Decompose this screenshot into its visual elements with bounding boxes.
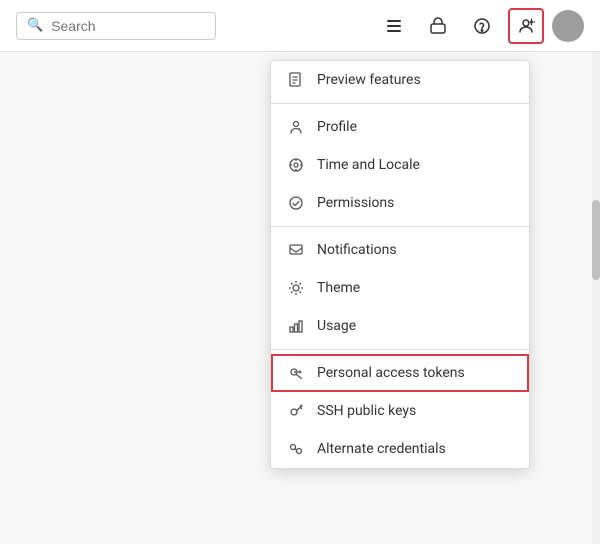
search-icon: 🔍 — [27, 18, 43, 33]
help-icon — [473, 17, 491, 35]
ssh-public-keys-label: SSH public keys — [317, 403, 416, 419]
usage-label: Usage — [317, 318, 356, 334]
personal-access-tokens-icon — [287, 364, 305, 382]
menu-item-profile[interactable]: Profile — [271, 108, 529, 146]
avatar[interactable] — [552, 10, 584, 42]
divider-1 — [271, 103, 529, 104]
time-locale-icon — [287, 156, 305, 174]
menu-item-usage[interactable]: Usage — [271, 307, 529, 345]
bag-icon-button[interactable] — [420, 8, 456, 44]
user-settings-icon — [517, 17, 535, 35]
personal-access-tokens-label: Personal access tokens — [317, 365, 465, 381]
time-locale-label: Time and Locale — [317, 157, 420, 173]
profile-icon — [287, 118, 305, 136]
header: 🔍 — [0, 0, 600, 52]
ssh-public-keys-icon — [287, 402, 305, 420]
menu-item-permissions[interactable]: Permissions — [271, 184, 529, 222]
alternate-credentials-label: Alternate credentials — [317, 441, 446, 457]
preview-features-label: Preview features — [317, 72, 421, 88]
menu-item-preview-features[interactable]: Preview features — [271, 61, 529, 99]
main-content: Preview features Profile — [0, 52, 600, 544]
menu-item-alternate-credentials[interactable]: Alternate credentials — [271, 430, 529, 468]
list-icon-button[interactable] — [376, 8, 412, 44]
profile-label: Profile — [317, 119, 357, 135]
menu-item-personal-access-tokens[interactable]: Personal access tokens — [271, 354, 529, 392]
theme-label: Theme — [317, 280, 360, 296]
alternate-credentials-icon — [287, 440, 305, 458]
list-icon — [385, 17, 403, 35]
menu-item-time-locale[interactable]: Time and Locale — [271, 146, 529, 184]
divider-3 — [271, 349, 529, 350]
permissions-icon — [287, 194, 305, 212]
search-box[interactable]: 🔍 — [16, 12, 216, 40]
usage-icon — [287, 317, 305, 335]
preview-features-icon — [287, 71, 305, 89]
bag-icon — [429, 17, 447, 35]
header-icons — [376, 8, 584, 44]
menu-item-ssh-public-keys[interactable]: SSH public keys — [271, 392, 529, 430]
permissions-label: Permissions — [317, 195, 394, 211]
search-input[interactable] — [51, 18, 191, 34]
user-settings-icon-button[interactable] — [508, 8, 544, 44]
menu-item-notifications[interactable]: Notifications — [271, 231, 529, 269]
divider-2 — [271, 226, 529, 227]
theme-icon — [287, 279, 305, 297]
notifications-label: Notifications — [317, 242, 397, 258]
scrollbar-thumb[interactable] — [592, 200, 600, 280]
scrollbar-track — [592, 52, 600, 544]
menu-item-theme[interactable]: Theme — [271, 269, 529, 307]
dropdown-menu: Preview features Profile — [270, 60, 530, 469]
notifications-icon — [287, 241, 305, 259]
help-icon-button[interactable] — [464, 8, 500, 44]
